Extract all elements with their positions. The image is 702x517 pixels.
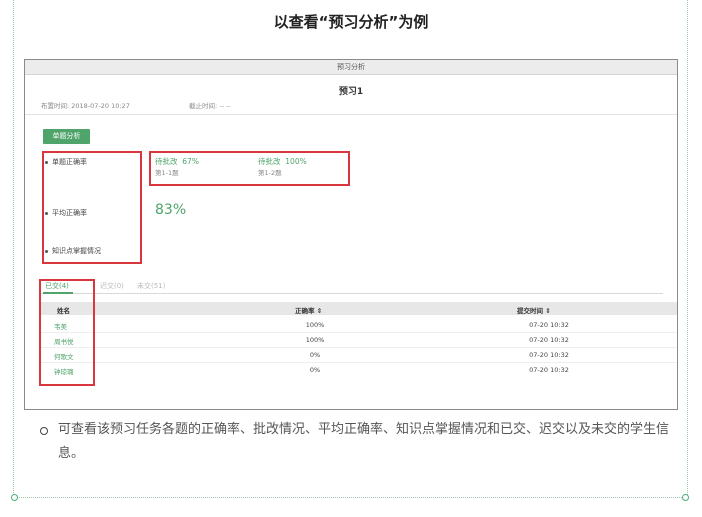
student-submit-time: 07-20 10:32 bbox=[529, 351, 569, 359]
table-row-divider bbox=[39, 332, 677, 333]
question-analysis-button[interactable]: 单题分析 bbox=[43, 129, 90, 144]
frame-corner-dot-right bbox=[682, 494, 689, 501]
frame-left-border bbox=[13, 0, 14, 497]
question-1-status[interactable]: 待批改 67% bbox=[155, 156, 199, 167]
student-accuracy: 0% bbox=[309, 366, 321, 374]
student-submit-time: 07-20 10:32 bbox=[529, 366, 569, 374]
table-row-divider bbox=[39, 362, 677, 363]
student-accuracy: 0% bbox=[309, 351, 321, 359]
bullet-icon bbox=[45, 160, 48, 164]
table-header bbox=[39, 302, 677, 315]
tab-not-submitted[interactable]: 未交(51) bbox=[137, 281, 165, 291]
divider bbox=[25, 114, 677, 115]
student-submit-time: 07-20 10:32 bbox=[529, 336, 569, 344]
metric-knowledge-mastery: 知识点掌握情况 bbox=[45, 246, 101, 256]
window-titlebar: 预习分析 bbox=[25, 60, 677, 75]
average-accuracy-value: 83% bbox=[155, 202, 187, 218]
column-header-submit-time[interactable]: 提交时间 ⇕ bbox=[517, 305, 551, 315]
table-row-divider bbox=[39, 347, 677, 348]
description-note: 可查看该预习任务各题的正确率、批改情况、平均正确率、知识点掌握情况和已交、迟交以… bbox=[58, 422, 670, 461]
frame-right-border bbox=[687, 0, 688, 497]
tabs-divider bbox=[39, 293, 663, 294]
student-accuracy: 100% bbox=[305, 336, 325, 344]
metric-average-accuracy: 平均正确率 bbox=[45, 208, 87, 218]
metric-question-accuracy: 单题正确率 bbox=[45, 157, 87, 167]
section-heading: 以查看“预习分析”为例 bbox=[273, 13, 429, 31]
column-header-accuracy[interactable]: 正确率 ⇕ bbox=[295, 305, 322, 315]
task-title: 预习1 bbox=[338, 87, 364, 97]
names-highlight-box bbox=[39, 279, 95, 386]
question-2-status[interactable]: 待批改 100% bbox=[258, 156, 307, 167]
question-2-label: 第1-2题 bbox=[258, 169, 282, 177]
bullet-icon bbox=[45, 249, 48, 253]
student-accuracy: 100% bbox=[305, 321, 325, 329]
deadline: 截止时间: -- -- bbox=[189, 102, 231, 110]
note-bullet-icon bbox=[40, 427, 48, 435]
frame-corner-dot-left bbox=[11, 494, 18, 501]
screenshot-panel: 预习分析 预习1 布置时间: 2018-07-20 10:27 截止时间: --… bbox=[24, 59, 678, 410]
question-1-label: 第1-1题 bbox=[155, 169, 179, 177]
frame-bottom-border bbox=[16, 497, 684, 498]
tab-late[interactable]: 迟交(0) bbox=[100, 281, 124, 291]
bullet-icon bbox=[45, 211, 48, 215]
publish-time: 布置时间: 2018-07-20 10:27 bbox=[41, 102, 130, 110]
student-submit-time: 07-20 10:32 bbox=[529, 321, 569, 329]
